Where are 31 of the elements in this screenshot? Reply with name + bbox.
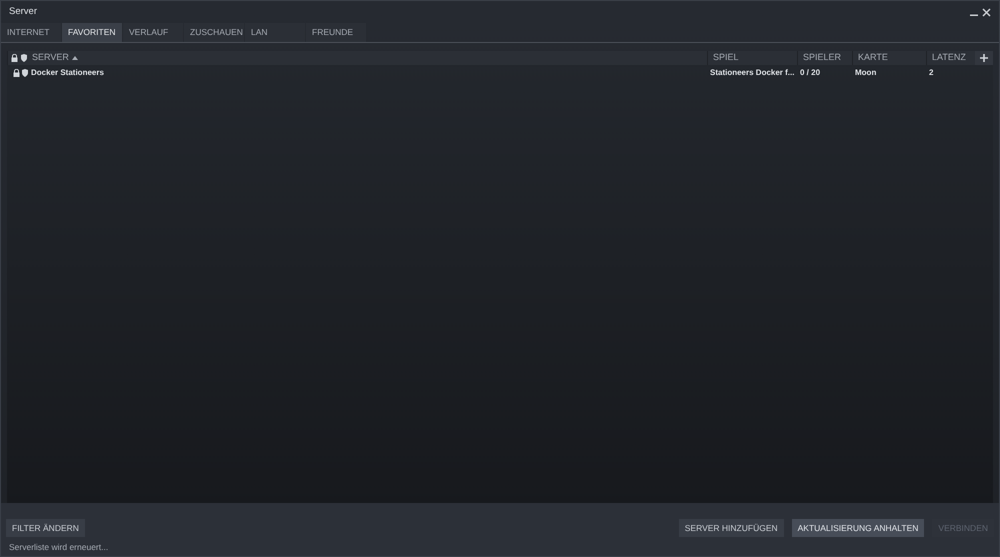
action-button[interactable]: AKTUALISIERUNG ANHALTEN [792, 519, 924, 537]
add-column-button[interactable] [975, 51, 993, 65]
table-cell: 2 [929, 66, 934, 78]
table-cell: Moon [855, 66, 876, 78]
table-cell: Stationeers Docker f... [710, 66, 794, 78]
tab[interactable]: LAN [245, 23, 305, 42]
table-cell: 0 / 20 [800, 66, 820, 78]
column-header[interactable]: SPIELER [797, 51, 852, 65]
column-label: SPIELER [803, 51, 842, 64]
tab[interactable]: FREUNDE [306, 23, 366, 42]
column-header[interactable]: SPIEL [707, 51, 797, 65]
action-button[interactable]: SERVER HINZUFÜGEN [678, 519, 784, 537]
tab[interactable]: INTERNET [1, 23, 61, 42]
close-icon[interactable] [982, 8, 991, 16]
window-title: Server [9, 4, 37, 19]
column-label: LATENZ [932, 51, 966, 64]
column-header[interactable]: KARTE [852, 51, 926, 65]
lock-icon [13, 68, 20, 76]
status-text: Serverliste wird erneuert... [9, 541, 110, 554]
column-label: SPIEL [713, 51, 739, 64]
tab[interactable]: ZUSCHAUEN [184, 23, 244, 42]
column-label: KARTE [858, 51, 888, 64]
action-button[interactable]: FILTER ÄNDERN [6, 519, 85, 537]
column-label: SERVER [32, 51, 69, 64]
table-cell: Docker Stationeers [31, 66, 104, 78]
tab[interactable]: FAVORITEN [62, 23, 122, 42]
plus-icon [980, 54, 988, 62]
column-header[interactable]: SERVER [7, 51, 707, 65]
tab[interactable]: VERLAUF [123, 23, 183, 42]
column-header[interactable]: LATENZ [926, 51, 974, 65]
lock-icon [11, 54, 18, 62]
